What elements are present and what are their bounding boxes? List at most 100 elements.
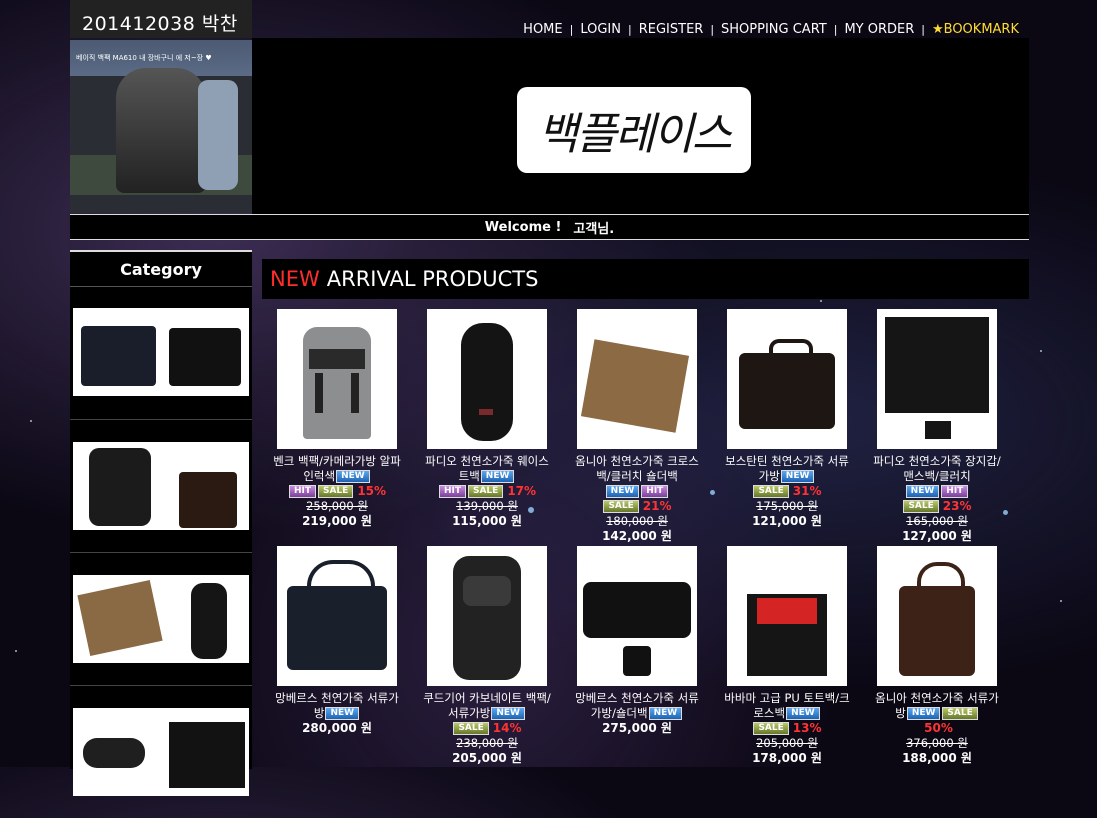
sale-price: 142,000 원 — [602, 529, 672, 543]
product-name[interactable]: 망베르스 천연소가죽 서류가방/숄더백 NEW — [572, 691, 702, 721]
new-badge: NEW — [905, 485, 940, 498]
category-sidebar: Category — [70, 250, 252, 796]
product-card[interactable]: 벤크 백팩/카메라가방 알파인럭색 NEW HIT SALE 15% 258,000 … — [272, 309, 402, 529]
product-image[interactable] — [727, 309, 847, 449]
category-image — [73, 708, 249, 796]
product-card[interactable]: 바바마 고급 PU 토트백/크로스백 NEW SALE 13% 205,000 원 … — [722, 546, 852, 766]
badge-row: SALE 14% — [422, 721, 552, 736]
new-badge: NEW — [780, 470, 815, 483]
instagram-icons-row — [70, 195, 252, 213]
product-card[interactable]: 파디오 천연소가죽 장지갑/맨스백/클러치 NEW HIT SALE 23% 165… — [872, 309, 1002, 544]
hit-badge: HIT — [641, 485, 669, 498]
sale-price: 121,000 원 — [752, 514, 822, 528]
badge-row: NEW HIT — [572, 484, 702, 499]
category-title: Category — [70, 252, 252, 287]
nav-shopping-cart[interactable]: SHOPPING CART — [714, 22, 834, 37]
product-card[interactable]: 파디오 천연소가죽 웨이스트백 NEW HIT SALE 17% 139,000 원 … — [422, 309, 552, 529]
product-name[interactable]: 옴니아 천연소가죽 서류가방 NEW SALE — [872, 691, 1002, 721]
nav-home[interactable]: HOME — [516, 22, 569, 37]
discount-rate: 31% — [792, 484, 822, 498]
new-badge: NEW — [491, 707, 525, 720]
original-price: 238,000 원 — [456, 736, 518, 750]
sale-badge: SALE — [942, 707, 978, 720]
sale-badge: SALE — [603, 500, 639, 513]
sale-badge: SALE — [467, 485, 504, 498]
original-price: 205,000 원 — [756, 736, 818, 750]
product-image[interactable] — [877, 546, 997, 686]
instagram-caption: 베이직 백팩 MA610 내 장바구니 에 저~장 ♥ — [76, 54, 212, 62]
site-logo[interactable]: 백플레이스 — [517, 87, 751, 173]
product-card[interactable]: 옴니아 천연소가죽 크로스백/클러치 숄더백 NEW HIT SALE 21% 18… — [572, 309, 702, 544]
product-card[interactable]: 망베르스 천연소가죽 서류가방/숄더백 NEW 275,000 원 — [572, 546, 702, 736]
category-item-crossbody[interactable] — [70, 553, 252, 686]
badge-row: HIT SALE 17% — [422, 484, 552, 499]
arrival-title: ARRIVAL PRODUCTS — [326, 267, 539, 291]
original-price: 139,000 원 — [456, 499, 518, 513]
product-name[interactable]: 망베르스 천연가죽 서류가방 NEW — [272, 691, 402, 721]
discount-rate: 14% — [492, 721, 522, 735]
sale-badge: SALE — [753, 485, 789, 498]
badge-row: SALE 31% — [722, 484, 852, 499]
product-image[interactable] — [427, 546, 547, 686]
product-name[interactable]: 파디오 천연소가죽 장지갑/맨스백/클러치 — [872, 454, 1002, 484]
logo-text: 백플레이스 — [537, 109, 732, 160]
nav-login[interactable]: LOGIN — [573, 22, 628, 37]
welcome-user: 고객님. — [573, 221, 615, 237]
category-item-briefcase[interactable] — [70, 287, 252, 420]
discount-rate: 15% — [357, 484, 387, 498]
nav-register[interactable]: REGISTER — [632, 22, 711, 37]
product-image[interactable] — [427, 309, 547, 449]
top-navigation: HOME | LOGIN | REGISTER | SHOPPING CART | MY… — [516, 22, 1026, 37]
product-name[interactable]: 옴니아 천연소가죽 크로스백/클러치 숄더백 — [572, 454, 702, 484]
discount-rate: 23% — [942, 499, 972, 513]
student-id-banner: 201412038 박찬형 — [70, 0, 252, 62]
product-image[interactable] — [277, 309, 397, 449]
sale-price: 115,000 원 — [452, 514, 522, 528]
product-name[interactable]: 쿠드기어 카보네이트 백팩/서류가방 NEW — [422, 691, 552, 721]
product-name[interactable]: 벤크 백팩/카메라가방 알파인럭색 NEW — [272, 454, 402, 484]
sale-price: 178,000 원 — [752, 751, 822, 765]
discount-rate: 21% — [642, 499, 672, 513]
new-badge: NEW — [336, 470, 370, 483]
new-badge: NEW — [325, 707, 360, 720]
discount-rate: 50% — [924, 721, 953, 735]
sale-price: 188,000 원 — [902, 751, 972, 765]
product-card[interactable]: 보스탄틴 천연소가죽 서류가방 NEW SALE 31% 175,000 원 121… — [722, 309, 852, 529]
product-image[interactable] — [727, 546, 847, 686]
category-item-backpack[interactable] — [70, 420, 252, 553]
sale-badge: SALE — [753, 722, 789, 735]
welcome-greeting: Welcome ! — [484, 219, 562, 235]
product-image[interactable] — [577, 546, 697, 686]
product-card[interactable]: 옴니아 천연소가죽 서류가방 NEW SALE 50% 376,000 원 188,… — [872, 546, 1002, 766]
sale-price: 280,000 원 — [302, 721, 372, 735]
category-image — [73, 442, 249, 530]
product-image[interactable] — [877, 309, 997, 449]
product-image[interactable] — [577, 309, 697, 449]
product-card[interactable]: 쿠드기어 카보네이트 백팩/서류가방 NEW SALE 14% 238,000 원 … — [422, 546, 552, 766]
instagram-post-thumbnail[interactable]: 베이직 백팩 MA610 내 장바구니 에 저~장 ♥ — [70, 40, 252, 213]
product-card[interactable]: 망베르스 천연가죽 서류가방 NEW 280,000 원 — [272, 546, 402, 736]
product-name[interactable]: 보스탄틴 천연소가죽 서류가방 NEW — [722, 454, 852, 484]
sale-price: 205,000 원 — [452, 751, 522, 765]
category-image — [73, 308, 249, 396]
original-price: 258,000 원 — [306, 499, 368, 513]
sale-price: 219,000 원 — [302, 514, 372, 528]
original-price: 175,000 원 — [756, 499, 818, 513]
badge-row: SALE 13% — [722, 721, 852, 736]
sale-badge: SALE — [453, 722, 489, 735]
nav-my-order[interactable]: MY ORDER — [837, 22, 921, 37]
discount-rate: 13% — [792, 721, 822, 735]
badge-row: SALE 23% — [872, 499, 1002, 514]
new-badge: NEW — [648, 707, 683, 720]
badge-row: HIT SALE 15% — [272, 484, 402, 499]
new-badge: NEW — [605, 485, 640, 498]
product-name[interactable]: 바바마 고급 PU 토트백/크로스백 NEW — [722, 691, 852, 721]
original-price: 165,000 원 — [906, 514, 968, 528]
category-item-pouch[interactable] — [70, 686, 252, 818]
hit-badge: HIT — [941, 485, 969, 498]
product-image[interactable] — [277, 546, 397, 686]
product-name[interactable]: 파디오 천연소가죽 웨이스트백 NEW — [422, 454, 552, 484]
nav-bookmark[interactable]: ★BOOKMARK — [925, 22, 1026, 37]
sale-price: 275,000 원 — [602, 721, 672, 735]
new-badge: NEW — [786, 707, 820, 720]
